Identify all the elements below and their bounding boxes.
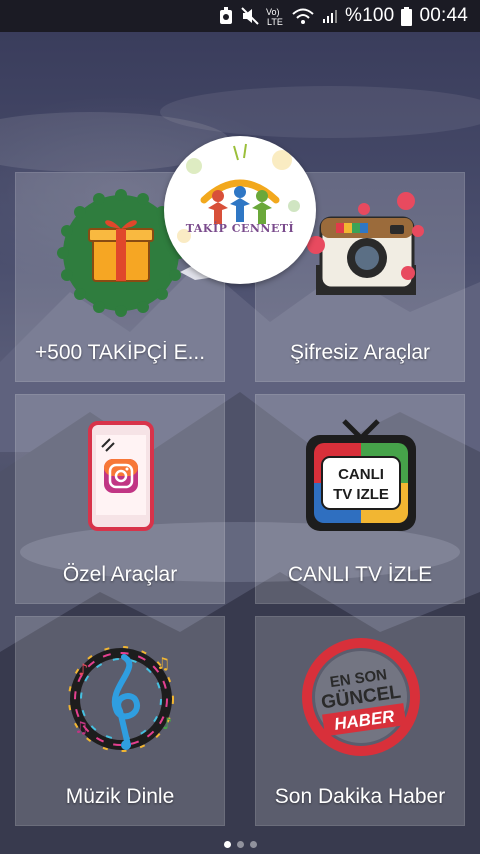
svg-text:♪: ♪ — [162, 714, 172, 733]
tile-label: Müzik Dinle — [65, 785, 175, 808]
tv-text-line1: CANLI — [338, 466, 384, 483]
tile-label: +500 TAKİPÇİ E... — [34, 341, 206, 364]
battery-percent: %100 — [345, 5, 395, 26]
status-bar: Vo) LTE %100 00:44 — [0, 0, 480, 32]
clock: 00:44 — [419, 5, 468, 26]
tv-text-line2: TV IZLE — [333, 486, 389, 503]
svg-text:Vo): Vo) — [266, 7, 280, 17]
mute-icon — [241, 7, 259, 25]
tile-music[interactable]: ♪ ♫ ♫ ♪ Müzik Dinle — [15, 616, 225, 826]
svg-text:♫: ♫ — [156, 654, 170, 673]
svg-text:♫: ♫ — [74, 718, 88, 737]
page-dot-3[interactable] — [249, 841, 257, 848]
volte-icon: Vo) LTE — [266, 6, 284, 26]
takip-cenneti-logo — [177, 143, 300, 243]
signal-icon — [322, 8, 338, 24]
tile-label: Son Dakika Haber — [274, 785, 446, 808]
news-icon: EN SON GÜNCEL HABER — [256, 617, 466, 767]
music-icon: ♪ ♫ ♫ ♪ — [16, 617, 226, 767]
tile-live-tv[interactable]: CANLI TV IZLE CANLI TV İZLE — [255, 394, 465, 604]
battery-icon — [401, 6, 413, 26]
page-dot-2[interactable] — [236, 841, 244, 848]
tile-special-tools[interactable]: Özel Araçlar — [15, 394, 225, 604]
tile-label: Şifresiz Araçlar — [289, 341, 431, 364]
svg-text:LTE: LTE — [267, 17, 283, 26]
tile-breaking-news[interactable]: EN SON GÜNCEL HABER Son Dakika Haber — [255, 616, 465, 826]
tile-label: CANLI TV İZLE — [287, 563, 433, 586]
notification-icon — [218, 7, 234, 25]
tile-label: Özel Araçlar — [62, 563, 178, 586]
svg-text:♪: ♪ — [78, 660, 88, 679]
phone-instagram-icon — [16, 395, 226, 545]
wifi-icon — [291, 7, 315, 25]
page-dot-1[interactable] — [223, 841, 231, 848]
app-logo: TAKİP CENNETİ — [164, 136, 316, 284]
tv-icon: CANLI TV IZLE — [256, 395, 466, 545]
page-indicator — [0, 841, 480, 848]
logo-text: TAKİP CENNETİ — [185, 222, 295, 235]
